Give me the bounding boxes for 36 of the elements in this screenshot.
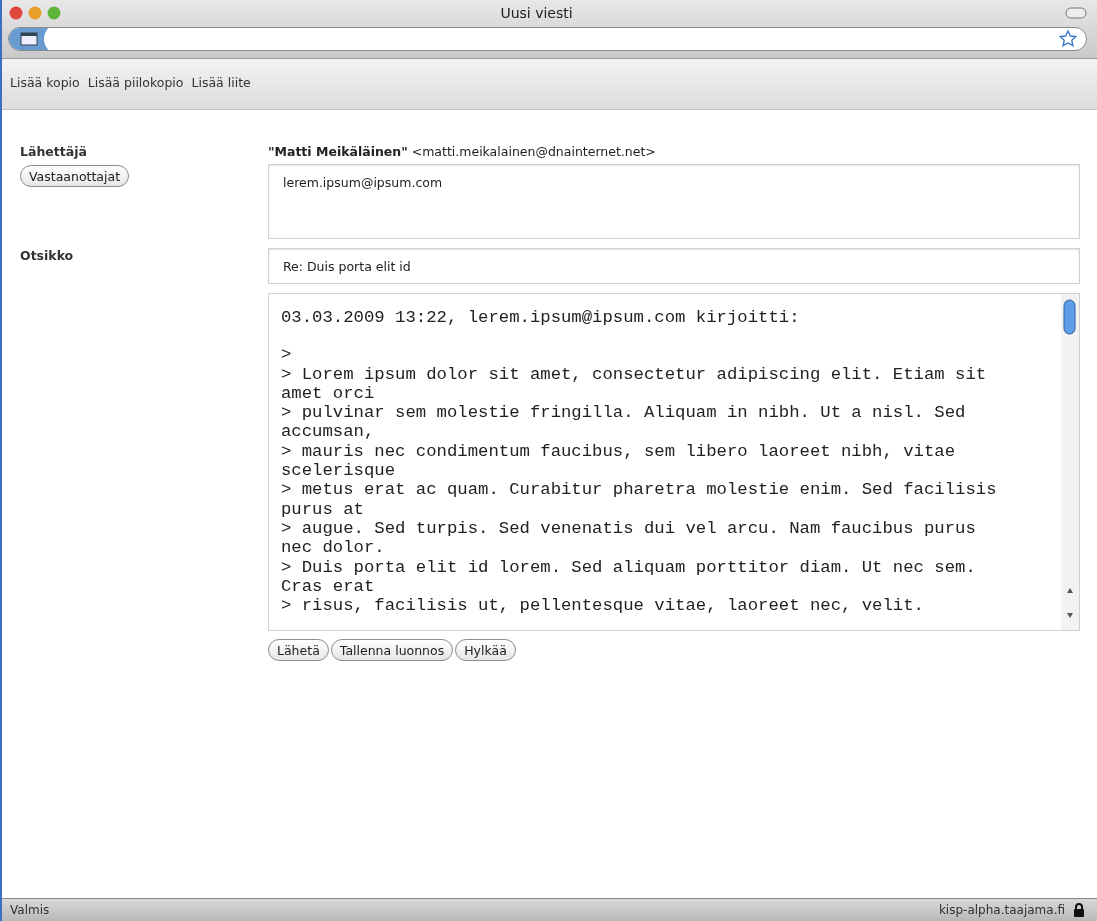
form-button[interactable]: Lähetä [268,639,329,661]
toolbar-link[interactable]: Lisää piilokopio [87,74,184,90]
form-button[interactable]: Hylkää [455,639,516,661]
toolbar-link[interactable]: Lisää kopio [10,74,80,90]
form-button[interactable]: Tallenna luonnos [330,639,454,661]
recipients-field[interactable]: lerem.ipsum@ipsum.com [268,164,1080,239]
quoted-line: > augue. Sed turpis. Sed venenatis dui vel arcu. Nam faucibus purus [281,518,977,539]
quoted-line: > Lorem ipsum dolor sit amet, consectetur adipiscing elit. Etiam sit [281,364,988,384]
quoted-line: > pulvinar sem molestie fringilla. Aliquam in nibh. Ut a nisl. Sed [281,403,967,423]
quoted-line: Cras erat [281,576,376,597]
address-field[interactable] [8,27,1087,51]
sender-label: Lähettäjä [20,144,87,159]
message-body-field[interactable] [268,293,1080,631]
bookmark-star-icon[interactable] [1058,29,1078,49]
quote-attribution: 03.03.2009 13:22, lerem.ipsum@ipsum.com kirjoitti: [281,308,801,328]
sender-address: "Matti Meikäläinen" <matti.meikalainen@dnainternet.net> [268,144,657,161]
quoted-line: > mauris nec condimentum faucibus, sem libero laoreet nibh, vitae [281,441,957,462]
window-title: Uusi viesti [499,5,574,21]
quoted-line: > risus, facilisis ut, pellentesque vitae, laoreet nec, velit. [281,596,925,616]
quoted-line: purus at [281,499,365,519]
lock-icon [1073,903,1085,917]
quoted-line: > metus erat ac quam. Curabitur pharetra molestie enim. Sed facilisis [281,480,998,500]
status-text: Valmis [10,903,50,917]
recipients-button[interactable]: Vastaanottajat [20,165,130,187]
quoted-line: > [281,345,293,365]
quoted-line: scelerisque [281,461,397,481]
toolbar-toggle-icon[interactable] [1065,7,1087,19]
quoted-line: amet orci [281,383,376,404]
quoted-line: accumsan, [281,422,376,442]
subject-label: Otsikko [20,248,75,265]
scrollbar-icon[interactable] [1061,294,1079,630]
toolbar-link[interactable]: Lisää liite [191,74,251,90]
quoted-line: nec dolor. [281,538,386,558]
quoted-line: > Duis porta elit id lorem. Sed aliquam porttitor diam. Ut nec sem. [281,557,977,577]
subject-field[interactable]: Re: Duis porta elit id [268,248,1080,284]
status-host: kisp-alpha.taajama.fi [938,903,1065,917]
